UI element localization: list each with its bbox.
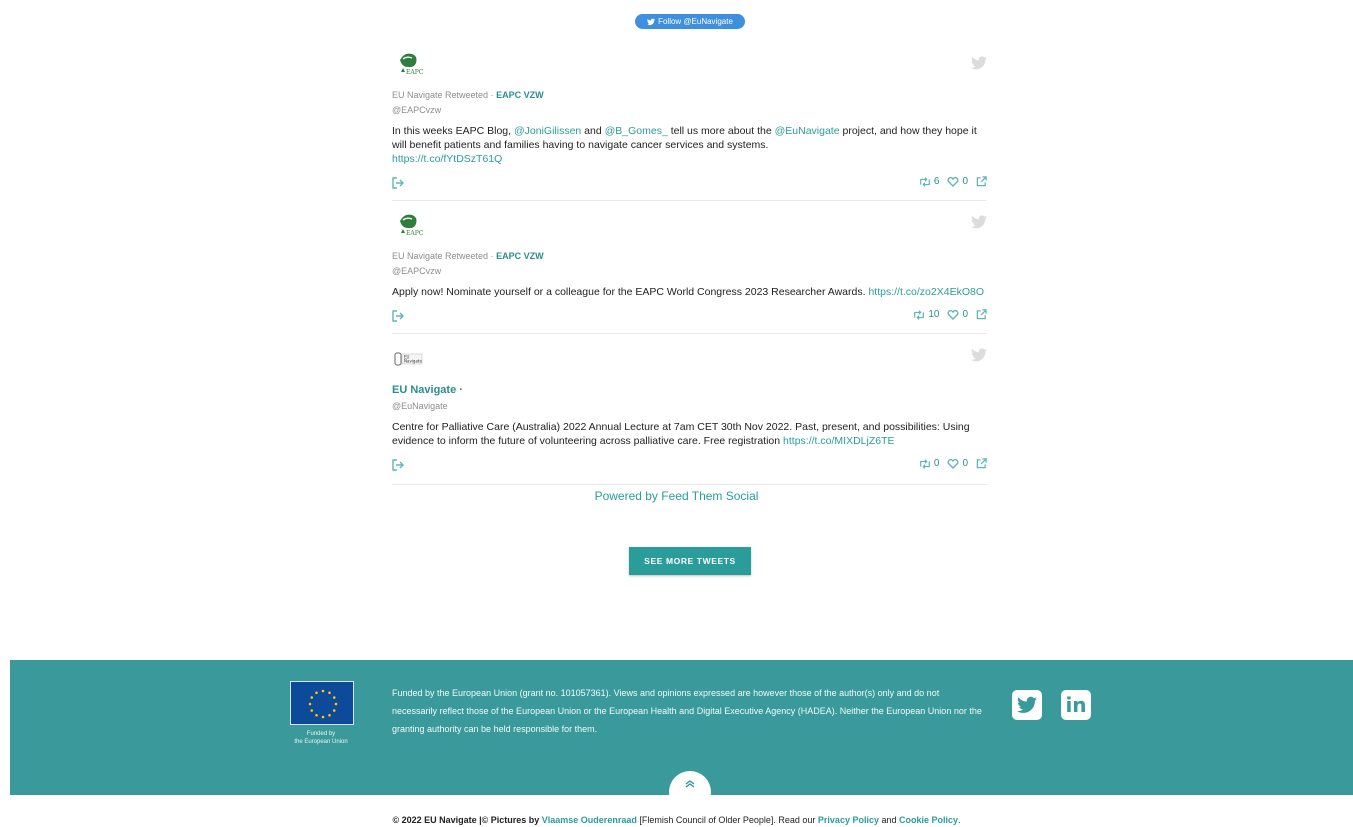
eu-star [310,696,314,699]
retweet-stat[interactable]: 10 [913,309,939,320]
funding-disclaimer: Funded by the European Union (grant no. … [392,688,982,734]
tweet-card: EU Navigate EU Navigate · @EuNavigate Centre… [392,334,987,485]
external-link-stat[interactable] [976,309,987,320]
like-stat[interactable]: 0 [947,176,968,187]
tweet-author[interactable]: EAPC VZW [496,90,544,100]
heart-icon [947,176,959,187]
retweet-count: 0 [933,458,940,469]
eu-star [328,691,331,695]
twitter-bird-icon [647,18,656,25]
retweet-icon [919,176,930,187]
follow-button[interactable]: Follow @EuNavigate [635,14,745,29]
linkedin-social-link[interactable]: in [1061,690,1091,720]
tweet-meta: EU Navigate Retweeted · EAPC VZW [392,90,987,100]
eapc-avatar[interactable]: EAPC [392,211,424,243]
chevron-double-up-icon [685,780,695,788]
tweet-author[interactable]: EU Navigate [392,384,456,396]
tweet-actions: 10 0 [392,309,987,325]
eapc-avatar[interactable]: EAPC [392,50,424,82]
eu-funding-caption: Funded by the European Union [294,731,348,745]
pictures-credit-link[interactable]: Vlaamse Ouderenraad [542,815,637,825]
external-link-icon [976,176,987,187]
cookie-policy-link[interactable]: Cookie Policy [899,815,958,825]
copyright-line: © 2022 EU Navigate |© Pictures by Vlaams… [392,815,961,825]
tweet-author[interactable]: EAPC VZW [496,251,544,261]
eu-star [315,691,318,695]
share-icon[interactable] [392,309,404,322]
tweet-text: In this weeks EAPC Blog, @JoniGilissen a… [392,125,977,165]
external-link-icon [976,309,987,320]
svg-text:EAPC: EAPC [406,230,424,237]
tweet-handle: @EAPCvzw [392,266,442,276]
like-stat[interactable]: 0 [947,458,968,469]
tweet-card: EAPC EU Navigate Retweeted · EAPC VZW @EAP… [392,44,987,201]
like-count: 0 [962,176,968,187]
tweet-text: Centre for Palliative Care (Australia) 2… [392,421,970,447]
eu-star [321,689,325,693]
eu-star [332,696,336,699]
tweet-link[interactable]: @EuNavigate [775,125,840,137]
eu-star [321,715,325,719]
twitter-bird-icon[interactable] [971,348,987,362]
tweet-actions: 60 [392,176,987,192]
tweet-meta: EU Navigate · [392,384,463,396]
heart-icon [947,458,959,469]
privacy-policy-link[interactable]: Privacy Policy [818,815,879,825]
tweet-feed: EAPC EU Navigate Retweeted · EAPC VZW @EAP… [392,44,987,485]
scroll-to-top-button[interactable] [669,771,711,813]
twitter-icon [1017,696,1037,713]
tweet-link[interactable]: https://t.co/zo2X4EkO8O [868,286,984,298]
share-icon[interactable] [392,176,404,189]
tweet-handle: @EuNavigate [392,401,448,411]
powered-by-link[interactable]: Powered by Feed Them Social [0,489,1353,503]
tweet-handle: @EAPCvzw [392,105,442,115]
retweet-count: 6 [933,176,940,187]
retweet-stat[interactable]: 6 [919,176,940,187]
tweet-link[interactable]: https://t.co/fYtDSzT61Q [392,153,502,165]
retweet-icon [919,458,930,469]
tweet-link[interactable]: @JoniGilissen [514,125,581,137]
twitter-bird-icon[interactable] [971,215,987,229]
linkedin-icon: in [1065,693,1087,717]
see-more-tweets-button[interactable]: SEE MORE TWEETS [629,547,751,575]
like-count: 0 [962,309,968,320]
like-count: 0 [962,458,968,469]
tweet-actions: 00 [392,458,987,474]
eu-star [315,713,318,717]
twitter-social-link[interactable] [1012,690,1042,720]
retweet-count: 10 [928,309,940,320]
external-link-icon [976,458,987,469]
retweet-label: EU Navigate Retweeted · [392,251,497,261]
tweet-link[interactable]: https://t.co/MIXDLjZ6TE [783,435,894,447]
like-stat[interactable]: 0 [947,309,968,320]
follow-button-label: Follow @EuNavigate [658,17,733,26]
eu-navigate-avatar[interactable]: EU Navigate [392,344,424,376]
tweet-link[interactable]: @B_Gomes_ [605,125,668,137]
external-link-stat[interactable] [976,176,987,187]
heart-icon [947,309,959,320]
svg-text:EAPC: EAPC [406,69,424,76]
eu-flag-logo [290,681,354,725]
eu-star [310,709,314,712]
eu-star [334,702,338,706]
external-link-stat[interactable] [976,458,987,469]
retweet-label: EU Navigate Retweeted · [392,90,497,100]
eu-star [332,709,336,712]
tweet-stats: 60 [919,176,987,187]
twitter-bird-icon[interactable] [971,56,987,70]
retweet-icon [914,309,925,320]
share-icon[interactable] [392,458,404,471]
retweet-stat[interactable]: 0 [919,458,940,469]
eu-star [328,713,331,717]
tweet-stats: 10 0 [913,309,987,320]
tweet-text: Apply now! Nominate yourself or a collea… [392,286,984,298]
tweet-card: EAPC EU Navigate Retweeted · EAPC VZW @EAP… [392,201,987,334]
svg-text:Navigate: Navigate [404,359,422,364]
tweet-stats: 00 [919,458,987,469]
tweet-meta: EU Navigate Retweeted · EAPC VZW [392,251,987,261]
eu-star [308,702,312,706]
